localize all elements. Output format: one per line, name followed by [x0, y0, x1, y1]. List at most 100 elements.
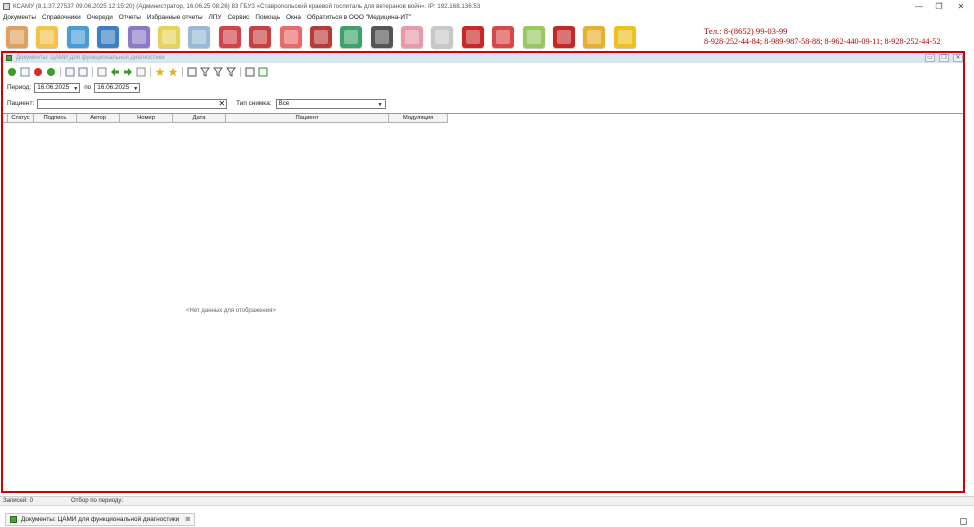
grid-header: Статус Подпись Автор Номер Дата Пациент …: [3, 114, 448, 123]
scan-type-label: Тип снимка:: [236, 100, 272, 107]
period-from-input[interactable]: 16.06.2025 ▼: [34, 82, 81, 93]
nurse-icon[interactable]: [401, 25, 424, 48]
menu-windows[interactable]: Окна: [283, 14, 304, 21]
star-remove-icon[interactable]: [168, 67, 178, 77]
scan-type-select[interactable]: Все ▼: [275, 98, 386, 109]
menu-reports[interactable]: Отчеты: [116, 14, 144, 21]
document-close-button[interactable]: ✕: [953, 54, 963, 62]
filter-clear-icon[interactable]: [226, 67, 236, 77]
menu-service[interactable]: Сервис: [224, 14, 252, 21]
contact-phones-other: 8-928-252-44-84; 8-989-987-58-88; 8-962-…: [704, 37, 941, 46]
chevron-down-icon[interactable]: ▼: [73, 86, 78, 92]
patient-input[interactable]: ✕: [37, 98, 228, 109]
star-add-icon[interactable]: [155, 67, 165, 77]
chevron-down-icon[interactable]: ▼: [378, 102, 383, 108]
syringe-icon[interactable]: [188, 25, 211, 48]
toolbar-separator: [60, 67, 61, 77]
delete-icon[interactable]: [33, 67, 43, 77]
excel-icon[interactable]: [258, 67, 268, 77]
cards-icon[interactable]: [66, 25, 89, 48]
settings-icon[interactable]: [187, 67, 197, 77]
red-book-icon[interactable]: [461, 25, 484, 48]
menu-documents[interactable]: Документы: [0, 14, 39, 21]
window-title: КСАМУ (8.1.37.27537 09.06.2025 12:15:20)…: [13, 2, 481, 10]
taskbar-tab-documents[interactable]: Документы: ЦАМИ для функциональной диагн…: [5, 513, 196, 526]
period-label: Период:: [7, 84, 32, 91]
clear-icon[interactable]: ✕: [218, 99, 225, 108]
notes-icon[interactable]: [157, 25, 180, 48]
main-icon-toolbar: [6, 23, 644, 50]
arrow-right-icon[interactable]: [123, 67, 133, 77]
scan-icon[interactable]: [218, 25, 241, 48]
period-filter-row: Период: 16.06.2025 ▼ по 16.06.2025 ▼: [7, 82, 141, 93]
column-header-patient[interactable]: Пациент: [226, 114, 389, 123]
document-minimize-button[interactable]: ▭: [925, 54, 935, 62]
barcode-scanner-icon[interactable]: [370, 25, 393, 48]
tab-close-icon[interactable]: ⊠: [185, 516, 190, 523]
menu-lpu[interactable]: ЛПУ: [206, 14, 225, 21]
pdf-icon[interactable]: [553, 25, 576, 48]
details-icon[interactable]: [97, 67, 107, 77]
document-toolbar: [7, 66, 271, 78]
maximize-button[interactable]: ❐: [928, 0, 950, 12]
filter-edit-icon[interactable]: [213, 67, 223, 77]
patient-icon[interactable]: [6, 25, 28, 48]
lock-icon[interactable]: [583, 25, 606, 48]
export-icon[interactable]: [65, 67, 75, 77]
calendar-icon[interactable]: [492, 25, 515, 48]
document-tab-icon: [10, 516, 17, 523]
globe-icon[interactable]: [340, 25, 363, 48]
contact-info: Тел.: 8-(8652) 99-03-99 8-928-252-44-84;…: [704, 26, 940, 48]
pills-icon[interactable]: [279, 25, 302, 48]
column-header-modulation[interactable]: Модуляция: [389, 114, 448, 123]
document-icon[interactable]: [136, 67, 146, 77]
edit-icon[interactable]: [20, 67, 30, 77]
medical-kit-icon[interactable]: [249, 25, 272, 48]
document-titlebar: Документы: ЦАМИ для функциональной диагн…: [3, 53, 963, 63]
import-icon[interactable]: [78, 67, 88, 77]
period-filter-info: Отбор по периоду:: [71, 498, 124, 504]
toolbar-separator: [240, 67, 241, 77]
tray-icon[interactable]: [960, 518, 967, 525]
period-to-input[interactable]: 16.06.2025 ▼: [94, 82, 141, 93]
toolbar-separator: [92, 67, 93, 77]
documents-grid[interactable]: Статус Подпись Автор Номер Дата Пациент …: [3, 113, 963, 491]
print-icon[interactable]: [245, 67, 255, 77]
filter-icon[interactable]: [200, 67, 210, 77]
menu-queues[interactable]: Очереди: [84, 14, 116, 21]
arrow-left-icon[interactable]: [110, 67, 120, 77]
period-from-value: 16.06.2025: [37, 84, 70, 91]
menu-favorite-reports[interactable]: Избранные отчеты: [144, 14, 206, 21]
contact-phone-main: Тел.: 8-(8652) 99-03-99: [704, 26, 788, 36]
column-header-date[interactable]: Дата: [173, 114, 226, 123]
menu-contact-support[interactable]: Обратиться в ООО "Медицина-ИТ": [304, 14, 414, 21]
refresh-icon[interactable]: [46, 67, 56, 77]
chevron-down-icon[interactable]: ▼: [133, 86, 138, 92]
document-restore-button[interactable]: ❐: [939, 54, 949, 62]
document-window-icon: [6, 55, 12, 61]
records-icon[interactable]: [36, 25, 59, 48]
books-icon[interactable]: [309, 25, 332, 48]
scan-type-value: Все: [278, 100, 290, 107]
schedule-icon[interactable]: [522, 25, 545, 48]
close-button[interactable]: ✕: [950, 0, 972, 12]
patient-label: Пациент:: [7, 100, 35, 107]
lab-icon[interactable]: [127, 25, 150, 48]
staff-icon[interactable]: [97, 25, 120, 48]
column-header-author[interactable]: Автор: [77, 114, 120, 123]
menu-help[interactable]: Помощь: [252, 14, 283, 21]
chat-icon[interactable]: [613, 25, 636, 48]
menu-bar: Документы Справочники Очереди Отчеты Изб…: [0, 12, 414, 22]
add-icon[interactable]: [7, 67, 17, 77]
status-bar: Записей: 0 Отбор по периоду:: [0, 496, 974, 505]
column-header-status[interactable]: Статус: [8, 114, 34, 123]
document-title: Документы: ЦАМИ для функциональной диагн…: [16, 55, 165, 61]
toolbar-separator: [182, 67, 183, 77]
document-window: Документы: ЦАМИ для функциональной диагн…: [1, 51, 965, 493]
thermometer-icon[interactable]: [431, 25, 454, 48]
menu-references[interactable]: Справочники: [39, 14, 84, 21]
column-header-number[interactable]: Номер: [120, 114, 173, 123]
column-header-signature[interactable]: Подпись: [34, 114, 77, 123]
toolbar-separator: [150, 67, 151, 77]
minimize-button[interactable]: —: [908, 0, 930, 12]
